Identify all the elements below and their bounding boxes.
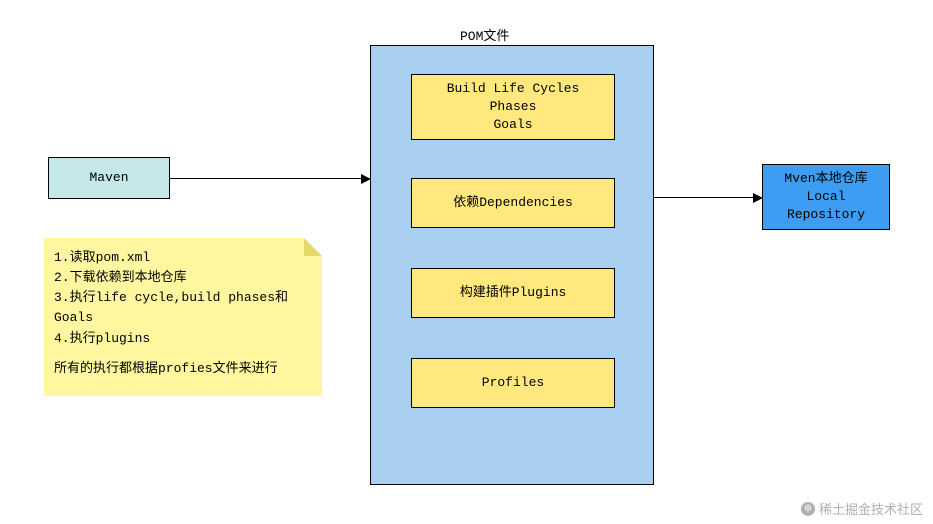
pom-title: POM文件 <box>460 25 509 44</box>
local-repository-box: Mven本地仓库 Local Repository <box>762 164 890 230</box>
plugins-label: 构建插件Plugins <box>460 284 567 302</box>
blc-line3: Goals <box>493 116 532 134</box>
repo-line3: Repository <box>787 206 865 224</box>
watermark-icon: ⊕ <box>801 502 815 516</box>
profiles-label: Profiles <box>482 374 544 392</box>
note-summary: 所有的执行都根据profies文件来进行 <box>54 359 312 379</box>
dependencies-box: 依赖Dependencies <box>411 178 615 228</box>
arrow-pom-to-repo <box>654 197 762 198</box>
blc-line2: Phases <box>490 98 537 116</box>
blc-line1: Build Life Cycles <box>447 80 580 98</box>
arrow-maven-to-pom <box>170 178 370 179</box>
repo-line1: Mven本地仓库 <box>784 170 867 188</box>
plugins-box: 构建插件Plugins <box>411 268 615 318</box>
build-life-cycles-box: Build Life Cycles Phases Goals <box>411 74 615 140</box>
dependencies-label: 依赖Dependencies <box>453 194 573 212</box>
pom-container: Build Life Cycles Phases Goals 依赖Depende… <box>370 45 654 485</box>
watermark: ⊕ 稀土掘金技术社区 <box>801 499 923 518</box>
watermark-text: 稀土掘金技术社区 <box>819 499 923 518</box>
note-line-2: 2.下载依赖到本地仓库 <box>54 268 312 288</box>
repo-line2: Local <box>806 188 845 206</box>
note-line-3: 3.执行life cycle,build phases和Goals <box>54 288 312 328</box>
note-line-4: 4.执行plugins <box>54 329 312 349</box>
maven-box: Maven <box>48 157 170 199</box>
steps-note: 1.读取pom.xml 2.下载依赖到本地仓库 3.执行life cycle,b… <box>44 238 322 396</box>
maven-label: Maven <box>89 169 128 187</box>
profiles-box: Profiles <box>411 358 615 408</box>
note-line-1: 1.读取pom.xml <box>54 248 312 268</box>
